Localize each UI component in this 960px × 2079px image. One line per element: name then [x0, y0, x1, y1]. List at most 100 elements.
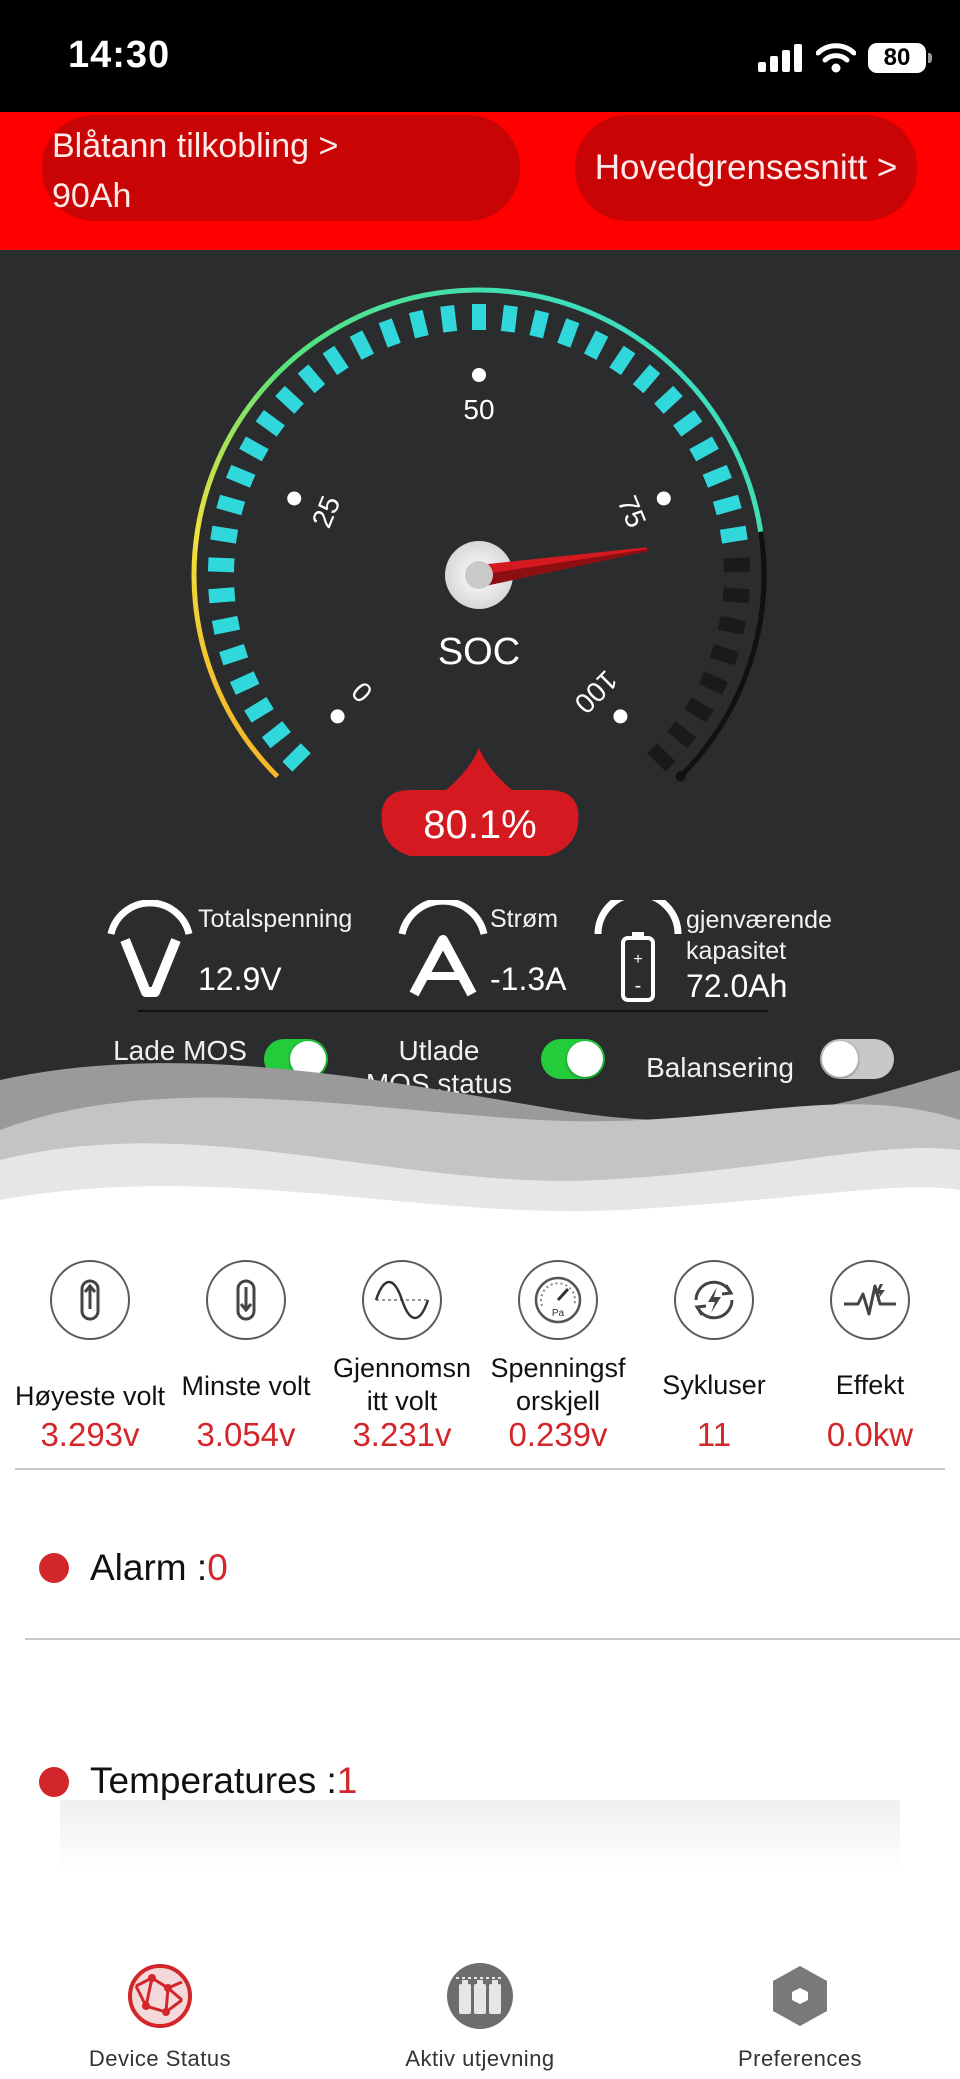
alarm-divider — [25, 1638, 960, 1640]
bluetooth-connection-button[interactable]: Blåtann tilkobling > 90Ah — [42, 115, 520, 221]
current-a-icon — [398, 900, 488, 997]
dashboard-panel: 0 25 50 75 100 SOC 80.1% Totalspenning 12.9V… — [0, 250, 960, 1230]
gauge-rim — [191, 287, 767, 782]
gauge-tick — [609, 345, 636, 376]
average-volt-label: Gjennomsn itt volt — [332, 1353, 472, 1416]
battery-capacity-icon: + - — [594, 900, 682, 1002]
gauge-scale-dot — [287, 491, 302, 506]
gauge-tick — [717, 615, 747, 635]
gauge-tick — [207, 557, 235, 573]
voltage-difference-value: 0.239v — [508, 1416, 608, 1453]
gauge-tick — [667, 721, 697, 749]
gauge-tick — [712, 494, 742, 516]
gauge-tick — [297, 364, 326, 394]
active-balancing-icon — [447, 1963, 513, 2029]
temperatures-label: Temperatures : — [90, 1760, 337, 1801]
gauge-tick — [689, 436, 719, 462]
svg-text:-: - — [635, 975, 642, 997]
tab-device-status[interactable]: Device Status — [50, 1960, 270, 2079]
status-icons: 80 — [758, 38, 932, 78]
alarm-row[interactable]: Alarm :0 — [90, 1547, 228, 1589]
total-voltage-label: Totalspenning — [198, 905, 353, 933]
gauge-tick — [225, 464, 256, 488]
gauge-scale-label: 50 — [463, 394, 494, 425]
gauge-tick — [408, 309, 429, 339]
average-volt-value: 3.231v — [352, 1416, 452, 1453]
gauge-scale-label: 75 — [612, 491, 653, 532]
gauge-rim-active — [191, 287, 764, 779]
header-bar: Blåtann tilkobling > 90Ah Hovedgrensesni… — [0, 112, 960, 250]
power-pulse-icon — [830, 1260, 910, 1340]
gauge-tick — [275, 385, 304, 414]
wifi-icon — [816, 43, 856, 73]
gauge-tick — [529, 309, 550, 339]
gauge-scale-label: 100 — [569, 665, 624, 720]
gauge-scale-label: 25 — [306, 491, 347, 532]
gauge-tick — [632, 364, 661, 394]
tab-active-balancing[interactable]: Aktiv utjevning — [370, 1960, 590, 2079]
voltage-v-icon — [107, 900, 193, 997]
gauge-tick — [719, 525, 748, 544]
sine-wave-icon — [362, 1260, 442, 1340]
bluetooth-connection-label: Blåtann tilkobling > — [52, 127, 339, 165]
current-label: Strøm — [490, 905, 559, 933]
gauge-scale-label: 0 — [346, 676, 379, 709]
gauge-tick — [709, 644, 739, 666]
svg-text:Pa: Pa — [552, 1308, 565, 1319]
gauge-tick — [472, 304, 486, 330]
gauge-rim-end — [675, 771, 686, 782]
tab-active-balancing-label: Aktiv utjevning — [405, 2046, 555, 2071]
stats-divider — [15, 1468, 945, 1470]
lowest-volt-label: Minste volt — [181, 1371, 311, 1401]
battery-icon: 80 — [868, 43, 932, 73]
gauge-scale-dot — [656, 491, 671, 506]
remaining-capacity-label: gjenværende kapasitet — [686, 906, 832, 965]
tab-device-status-label: Device Status — [88, 2046, 232, 2071]
battery-capacity-label: 90Ah — [52, 177, 132, 215]
list-fade — [60, 1800, 900, 1870]
preferences-hexagon-icon — [773, 1966, 827, 2026]
gauge-tick — [500, 305, 518, 333]
main-interface-button[interactable]: Hovedgrensesnitt > — [575, 115, 917, 221]
gauge-tick — [349, 330, 375, 360]
gauge-tick — [255, 410, 285, 437]
gauge-tick — [647, 743, 676, 772]
gauge-scale-dot — [472, 368, 486, 382]
temperatures-row[interactable]: Temperatures :1 — [90, 1760, 357, 1802]
gauge-tick — [440, 305, 458, 333]
power-value: 0.0kw — [826, 1416, 914, 1453]
gauge-tick — [211, 615, 241, 635]
tab-preferences-label: Preferences — [737, 2046, 863, 2071]
alarm-status-dot — [39, 1553, 69, 1583]
gauge-tick — [208, 587, 236, 604]
gauge-tick — [244, 697, 274, 723]
cycles-label: Sykluser — [662, 1370, 766, 1400]
soc-value: 80.1% — [423, 803, 536, 847]
gauge-tick — [583, 330, 609, 360]
svg-text:+: + — [633, 951, 642, 968]
gauge-tick — [210, 525, 239, 544]
gauge-tick — [557, 318, 580, 348]
highest-volt-icon — [50, 1260, 130, 1340]
total-voltage-value: 12.9V — [198, 961, 282, 997]
gauge-tick — [378, 318, 401, 348]
gauge-tick — [654, 385, 683, 414]
gauge-tick — [216, 494, 246, 516]
lowest-volt-icon — [206, 1260, 286, 1340]
voltage-difference-label: Spenningsf orskjell — [490, 1353, 626, 1416]
status-bar: 14:30 80 — [0, 0, 960, 112]
gauge-tick — [219, 644, 249, 666]
pressure-gauge-icon: Pa — [518, 1260, 598, 1340]
gauge-tick — [322, 345, 349, 376]
cycle-charge-icon — [674, 1260, 754, 1340]
cycles-value: 11 — [696, 1416, 732, 1453]
gauge-hub-cap — [465, 561, 493, 589]
soc-value-badge: 80.1% — [381, 748, 579, 856]
cellular-signal-icon — [758, 44, 802, 72]
power-label: Effekt — [835, 1370, 905, 1400]
tab-preferences[interactable]: Preferences — [690, 1960, 910, 2079]
gauge-tick — [722, 587, 750, 604]
gauge-tick — [261, 721, 291, 749]
lowest-volt-value: 3.054v — [196, 1416, 296, 1453]
alarm-count: 0 — [207, 1547, 228, 1588]
